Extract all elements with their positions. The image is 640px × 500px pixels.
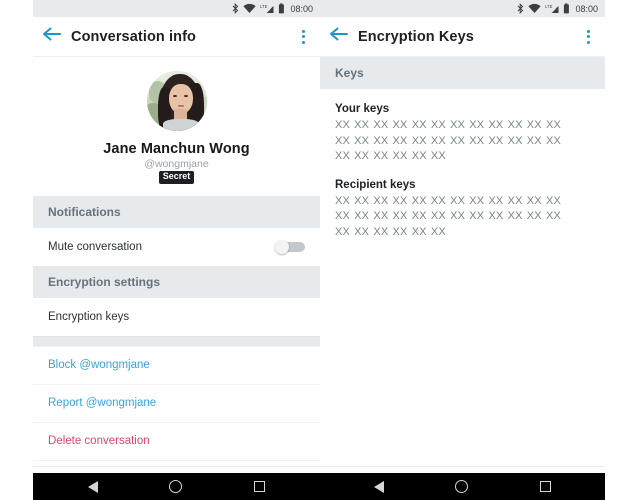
recents-square-icon — [539, 481, 551, 492]
recents-square-icon — [253, 481, 265, 492]
profile-name: Jane Manchun Wong — [103, 141, 250, 157]
android-navigation-bar — [33, 473, 605, 500]
status-bar-left: LTE 08:00 — [33, 0, 320, 17]
profile-handle: @wongmjane — [144, 158, 209, 170]
bluetooth-icon — [232, 2, 239, 15]
right-app-bar: Encryption Keys — [320, 17, 605, 57]
recipient-keys-value: XX XX XX XX XX XX XX XX XX XX XX XX XX X… — [335, 194, 561, 239]
your-keys-value: XX XX XX XX XX XX XX XX XX XX XX XX XX X… — [335, 119, 561, 163]
overflow-menu-icon-dot-2 — [301, 35, 305, 38]
your-keys-title: Your keys — [335, 103, 390, 115]
right-panel-title: Encryption Keys — [358, 28, 474, 45]
nav-group-right — [319, 473, 605, 500]
block-user-label: Block @wongmjane — [48, 359, 150, 372]
toggle-knob — [275, 240, 289, 255]
encryption-keys-label: Encryption keys — [48, 310, 130, 323]
status-bar-clock: 08:00 — [575, 3, 598, 14]
nav-recents-button-left[interactable] — [246, 473, 272, 500]
lte-signal-icon: LTE — [545, 3, 559, 14]
nav-recents-button-right[interactable] — [532, 473, 558, 500]
back-triangle-icon — [373, 480, 384, 493]
mute-conversation-label: Mute conversation — [48, 240, 142, 253]
mute-conversation-toggle[interactable] — [275, 240, 305, 255]
report-user-label: Report @wongmjane — [48, 397, 157, 410]
row-delete-conversation[interactable]: Delete conversation — [33, 422, 320, 461]
nav-back-button-left[interactable] — [80, 473, 106, 500]
recipient-keys-group: Recipient keys XX XX XX XX XX XX XX XX X… — [335, 179, 590, 241]
home-circle-icon — [169, 480, 183, 493]
row-block-user[interactable]: Block @wongmjane — [33, 346, 320, 385]
svg-text:LTE: LTE — [545, 4, 553, 9]
back-arrow-icon — [329, 26, 349, 47]
section-divider — [33, 335, 320, 347]
status-bar-right: LTE 08:00 — [320, 0, 605, 17]
avatar[interactable] — [146, 71, 207, 131]
your-keys-group: Your keys XX XX XX XX XX XX XX XX XX XX … — [335, 103, 590, 165]
wifi-icon — [243, 3, 257, 14]
row-mute-conversation[interactable]: Mute conversation — [33, 227, 320, 266]
nav-group-left — [33, 473, 319, 500]
battery-icon — [563, 3, 570, 14]
svg-text:LTE: LTE — [260, 4, 268, 9]
app-screen: LTE 08:00 Conversation info Jane Manchun… — [0, 0, 640, 500]
overflow-menu-button-left[interactable] — [286, 17, 320, 57]
encryption-keys-panel: LTE 08:00 Encryption Keys Keys Your keys… — [320, 0, 605, 472]
left-app-bar: Conversation info — [33, 17, 320, 57]
panel-bottom-edge — [33, 466, 605, 473]
delete-conversation-label: Delete conversation — [48, 435, 150, 448]
keys-content: Your keys XX XX XX XX XX XX XX XX XX XX … — [320, 89, 605, 241]
back-button-left[interactable] — [33, 17, 71, 57]
row-report-user[interactable]: Report @wongmjane — [33, 384, 320, 423]
overflow-menu-icon-dot-3 — [301, 40, 305, 44]
overflow-menu-icon-dot-1 — [586, 29, 590, 33]
lte-signal-icon: LTE — [260, 3, 274, 14]
battery-icon — [278, 3, 285, 14]
home-circle-icon — [455, 480, 469, 493]
profile-header: Jane Manchun Wong @wongmjane Secret — [33, 57, 320, 196]
back-button-right[interactable] — [320, 17, 358, 57]
overflow-menu-button-right[interactable] — [571, 17, 605, 57]
left-panel-title: Conversation info — [71, 28, 196, 45]
conversation-info-panel: LTE 08:00 Conversation info Jane Manchun… — [33, 0, 320, 472]
overflow-menu-icon-dot-2 — [586, 35, 590, 38]
secret-badge: Secret — [158, 171, 195, 184]
row-encryption-keys[interactable]: Encryption keys — [33, 297, 320, 336]
overflow-menu-icon-dot-1 — [301, 29, 305, 33]
overflow-menu-icon-dot-3 — [586, 40, 590, 44]
section-header-keys: Keys — [320, 57, 605, 89]
recipient-keys-title: Recipient keys — [335, 178, 416, 191]
section-header-notifications: Notifications — [33, 195, 320, 228]
nav-home-button-left[interactable] — [163, 473, 189, 500]
wifi-icon — [528, 3, 542, 14]
back-arrow-icon — [42, 26, 62, 47]
nav-home-button-right[interactable] — [449, 473, 475, 500]
nav-back-button-right[interactable] — [366, 473, 392, 500]
bluetooth-icon — [517, 2, 524, 15]
back-triangle-icon — [87, 480, 98, 493]
section-header-encryption-settings: Encryption settings — [33, 265, 320, 298]
status-bar-clock: 08:00 — [290, 3, 313, 14]
